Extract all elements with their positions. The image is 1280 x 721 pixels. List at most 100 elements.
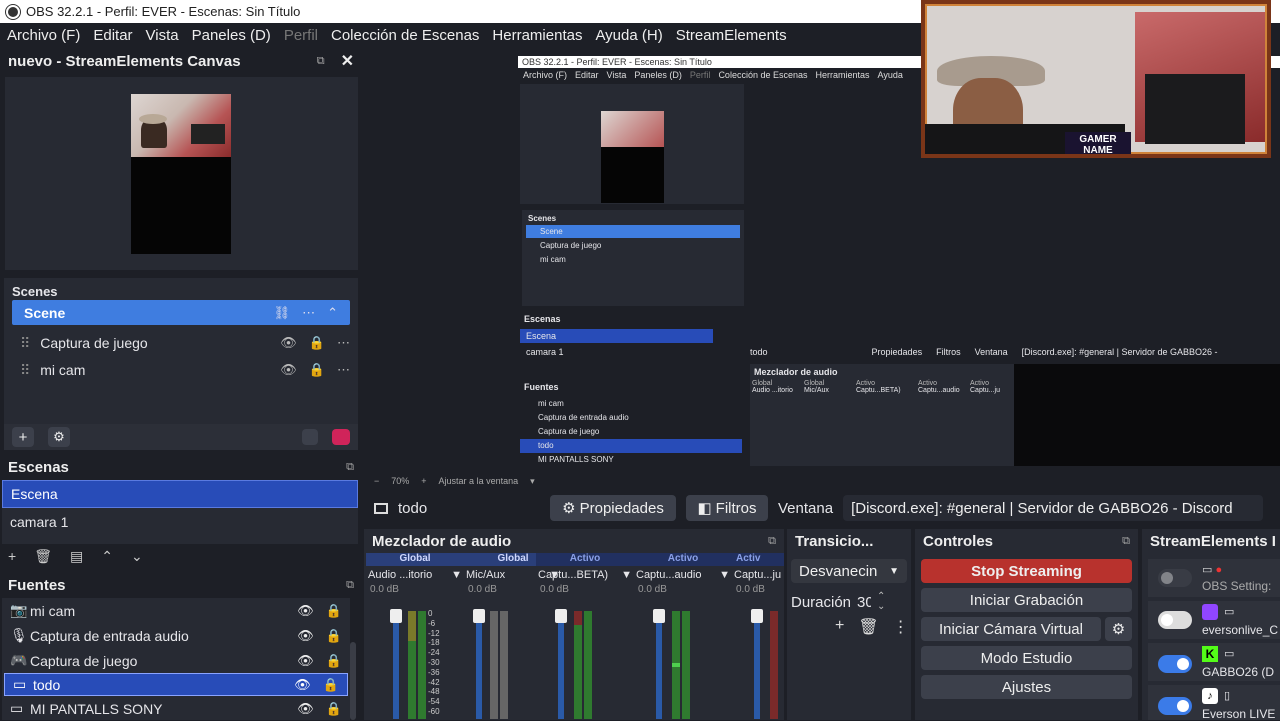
start-virtual-camera-button[interactable]: Iniciar Cámara Virtual (921, 617, 1101, 641)
chevron-down-icon[interactable]: ▾ (530, 476, 535, 487)
chevron-up-icon[interactable]: ⌃ (327, 305, 338, 321)
float-icon[interactable]: ⧉ (346, 579, 354, 592)
volume-slider[interactable] (754, 609, 760, 719)
menu-herramientas[interactable]: Herramientas (492, 27, 582, 44)
scene-item-captura[interactable]: ⠿ Captura de juego 👁 🔒 ⋯ (20, 330, 350, 356)
more-icon[interactable]: ⋯ (337, 335, 350, 351)
float-icon[interactable]: ⧉ (1122, 535, 1130, 548)
eye-icon[interactable]: 👁 (297, 653, 314, 669)
window-select[interactable]: [Discord.exe]: #general | Servidor de GA… (843, 495, 1264, 521)
lock-icon[interactable]: 🔒 (309, 362, 325, 378)
stop-streaming-button[interactable]: Stop Streaming (921, 559, 1132, 583)
eye-icon[interactable]: 👁 (280, 335, 297, 351)
float-icon[interactable]: ⧉ (317, 55, 325, 68)
more-icon[interactable]: ⋯ (337, 362, 350, 378)
toggle[interactable] (1158, 655, 1192, 673)
volume-slider[interactable] (558, 609, 564, 719)
menu-streamelements[interactable]: StreamElements (676, 27, 787, 44)
record-indicator-icon[interactable] (302, 429, 318, 445)
live-indicator-icon[interactable] (332, 429, 350, 445)
volume-handle[interactable] (390, 609, 402, 623)
scrollbar[interactable] (350, 642, 356, 720)
volume-handle[interactable] (751, 609, 763, 623)
menu-ayuda[interactable]: Ayuda (H) (595, 27, 662, 44)
program-preview[interactable]: OBS 32.2.1 - Perfil: EVER - Escenas: Sin… (366, 0, 1280, 486)
filters-button[interactable]: ◧ Filtros (686, 495, 768, 521)
chevron-down-icon[interactable]: ▼ (451, 569, 462, 581)
lock-icon[interactable]: 🔒 (323, 677, 339, 693)
eye-icon[interactable]: 👁 (297, 603, 314, 619)
chevron-down-icon[interactable]: ▼ (719, 569, 730, 581)
toggle[interactable] (1158, 611, 1192, 629)
arrow-down-icon[interactable]: ⌄ (131, 548, 143, 565)
escena-item-camara[interactable]: camara 1 (2, 508, 358, 536)
lock-icon[interactable]: 🔒 (326, 603, 342, 619)
escena-item-label: camara 1 (10, 514, 69, 530)
escena-item-label: Escena (11, 486, 58, 502)
toggle[interactable] (1158, 697, 1192, 715)
source-item[interactable]: ▭ MI PANTALLS SONY 👁 🔒 (2, 696, 350, 721)
more-vertical-icon[interactable]: ⋮ (893, 617, 909, 637)
add-icon[interactable]: + (12, 427, 34, 447)
float-icon[interactable]: ⧉ (768, 535, 776, 548)
duration-input[interactable]: 30 (857, 594, 871, 611)
se-row[interactable]: K ▭ GABBO26 (D (1148, 643, 1280, 681)
se-row[interactable]: ▭ eversonlive_C (1148, 601, 1280, 639)
fit-label[interactable]: Ajustar a la ventana (439, 476, 519, 486)
escena-item-escena[interactable]: Escena (2, 480, 358, 508)
trash-icon[interactable]: 🗑 (858, 617, 878, 637)
zoom-out-icon[interactable]: − (374, 476, 379, 486)
menu-perfil[interactable]: Perfil (284, 27, 318, 44)
settings-button[interactable]: Ajustes (921, 675, 1132, 699)
menu-editar[interactable]: Editar (93, 27, 132, 44)
properties-button[interactable]: ⚙ Propiedades (550, 495, 676, 521)
scene-item-scene[interactable]: Scene ⛓ ⋯ ⌃ (12, 300, 350, 325)
gear-icon[interactable]: ⚙ (1105, 617, 1132, 641)
volume-handle[interactable] (555, 609, 567, 623)
eye-icon[interactable]: 👁 (297, 701, 314, 717)
nested-menu-item: Colección de Escenas (718, 70, 808, 80)
toggle[interactable] (1158, 569, 1192, 587)
source-item[interactable]: 🎮 Captura de juego 👁 🔒 (2, 648, 350, 673)
se-row[interactable]: ♪ ▯ Everson LIVE (1148, 685, 1280, 720)
drag-handle-icon[interactable]: ⠿ (20, 335, 30, 352)
eye-icon[interactable]: 👁 (297, 628, 314, 644)
add-icon[interactable]: + (835, 617, 844, 637)
start-recording-button[interactable]: Iniciar Grabación (921, 588, 1132, 612)
float-icon[interactable]: ⧉ (346, 461, 354, 474)
menu-archivo[interactable]: Archivo (F) (7, 27, 80, 44)
volume-slider[interactable] (393, 609, 399, 719)
se-row[interactable]: ▭ ● OBS Setting: (1148, 559, 1280, 597)
arrow-up-icon[interactable]: ⌃ (101, 548, 113, 565)
filter-icon[interactable]: ▤ (70, 548, 83, 565)
lock-icon[interactable]: 🔒 (309, 335, 325, 351)
gear-icon[interactable]: ⚙ (48, 427, 70, 447)
drag-handle-icon[interactable]: ⠿ (20, 362, 30, 379)
chevron-down-icon[interactable]: ▼ (621, 569, 632, 581)
volume-handle[interactable] (473, 609, 485, 623)
link-icon[interactable]: ⛓ (274, 305, 291, 321)
lock-icon[interactable]: 🔒 (326, 653, 342, 669)
scene-item-micam[interactable]: ⠿ mi cam 👁 🔒 ⋯ (20, 357, 350, 383)
menu-vista[interactable]: Vista (146, 27, 179, 44)
studio-mode-button[interactable]: Modo Estudio (921, 646, 1132, 670)
more-icon[interactable]: ⋯ (302, 305, 315, 321)
add-icon[interactable]: + (8, 548, 16, 564)
menu-paneles[interactable]: Paneles (D) (192, 27, 271, 44)
eye-icon[interactable]: 👁 (280, 362, 297, 378)
close-icon[interactable]: ✕ (341, 51, 354, 71)
menu-coleccion[interactable]: Colección de Escenas (331, 27, 479, 44)
eye-icon[interactable]: 👁 (294, 677, 311, 693)
volume-slider[interactable] (656, 609, 662, 719)
zoom-in-icon[interactable]: + (421, 476, 426, 486)
lock-icon[interactable]: 🔒 (326, 628, 342, 644)
volume-slider[interactable] (476, 609, 482, 719)
source-item[interactable]: 📷 mi cam 👁 🔒 (2, 598, 350, 623)
spinner-icon[interactable]: ⌃ ⌄ (877, 592, 885, 612)
source-item[interactable]: 🎙 Captura de entrada audio 👁 🔒 (2, 623, 350, 648)
source-item-selected[interactable]: ▭ todo 👁 🔒 (4, 673, 348, 696)
volume-handle[interactable] (653, 609, 665, 623)
trash-icon[interactable]: 🗑 (34, 548, 52, 565)
transition-select[interactable]: Desvanecin ▼ (791, 559, 907, 583)
lock-icon[interactable]: 🔒 (326, 701, 342, 717)
